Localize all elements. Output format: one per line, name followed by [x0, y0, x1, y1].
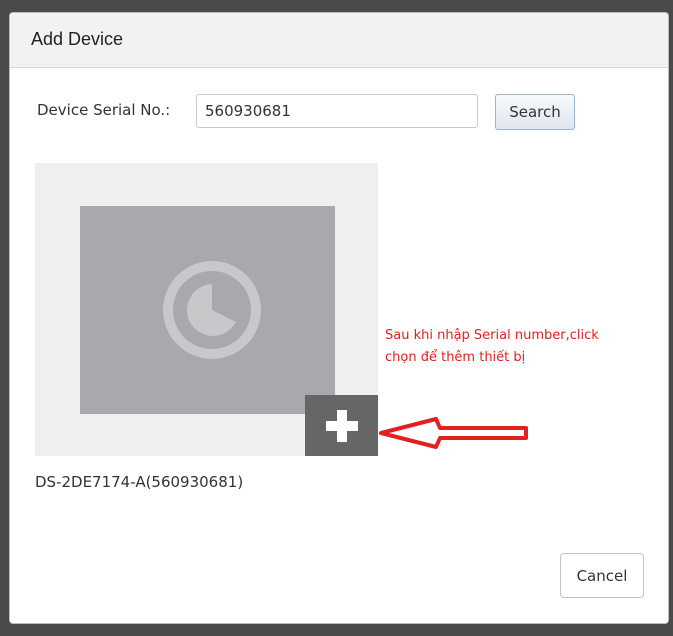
add-device-button[interactable] — [305, 395, 378, 456]
device-card — [35, 163, 378, 456]
search-button[interactable]: Search — [495, 94, 575, 130]
serial-number-label: Device Serial No.: — [37, 101, 171, 119]
camera-placeholder-icon — [163, 261, 261, 359]
serial-number-input[interactable] — [196, 94, 478, 128]
left-arrow-icon — [379, 417, 528, 449]
plus-icon — [326, 410, 358, 442]
cancel-button[interactable]: Cancel — [560, 553, 644, 598]
device-name: DS-2DE7174-A(560930681) — [35, 473, 244, 491]
dialog-header: Add Device — [10, 13, 668, 68]
add-device-dialog: Add Device Device Serial No.: Search DS-… — [9, 12, 669, 624]
annotation-line-1: Sau khi nhập Serial number,click — [385, 328, 599, 343]
annotation-text: Sau khi nhập Serial number,click chọn để… — [385, 325, 645, 369]
device-thumbnail — [80, 206, 335, 414]
dialog-title: Add Device — [31, 29, 124, 49]
annotation-line-2: chọn để thêm thiết bị — [385, 350, 526, 365]
